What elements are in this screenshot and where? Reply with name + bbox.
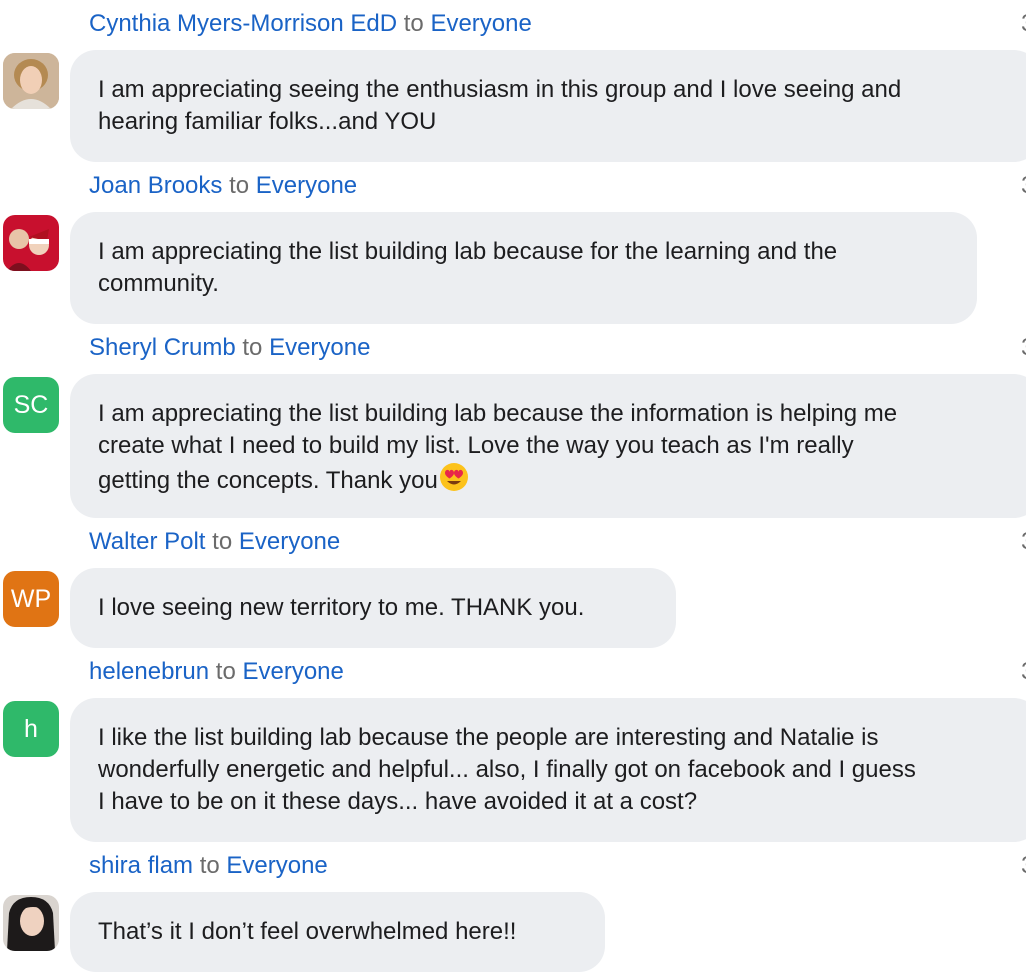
message-header: shira flam to Everyone xyxy=(89,849,328,883)
recipient-name[interactable]: Everyone xyxy=(256,172,357,199)
message-bubble: I am appreciating seeing the enthusiasm … xyxy=(70,50,1026,162)
avatar xyxy=(3,895,59,951)
message-line: I love seeing new territory to me. THANK… xyxy=(98,594,585,621)
message-line: I like the list building lab because the… xyxy=(98,724,879,751)
chat-panel: Cynthia Myers-Morrison EdD to Everyone 3… xyxy=(0,0,1026,972)
message-bubble: That’s it I don’t feel overwhelmed here!… xyxy=(70,892,605,972)
to-label: to xyxy=(199,852,220,879)
recipient-name[interactable]: Everyone xyxy=(239,528,340,555)
message-line: That’s it I don’t feel overwhelmed here!… xyxy=(98,918,517,945)
avatar-initials: WP xyxy=(10,585,52,613)
avatar-photo xyxy=(3,215,59,271)
to-label: to xyxy=(215,658,236,685)
message-line: wonderfully energetic and helpful... als… xyxy=(98,756,916,783)
to-label: to xyxy=(212,528,233,555)
message-header: helenebrun to Everyone xyxy=(89,655,344,689)
avatar: SC xyxy=(3,377,59,433)
to-label: to xyxy=(403,10,424,37)
avatar-initials: SC xyxy=(13,391,49,419)
avatar xyxy=(3,215,59,271)
recipient-name[interactable]: Everyone xyxy=(430,10,531,37)
message-header: Joan Brooks to Everyone xyxy=(89,169,357,203)
message-time: 3 xyxy=(1021,525,1026,559)
recipient-name[interactable]: Everyone xyxy=(242,658,343,685)
message-line: hearing familiar folks...and YOU xyxy=(98,108,437,135)
message-line: I am appreciating the list building lab … xyxy=(98,400,898,427)
avatar: WP xyxy=(3,571,59,627)
avatar: h xyxy=(3,701,59,757)
message-time: 3 xyxy=(1021,331,1026,365)
message-time: 3 xyxy=(1021,849,1026,883)
message-time: 3 xyxy=(1021,655,1026,689)
message-line: create what I need to build my list. Lov… xyxy=(98,432,854,459)
message-header: Cynthia Myers-Morrison EdD to Everyone xyxy=(89,7,532,41)
message-line: I am appreciating the list building lab … xyxy=(98,238,838,265)
recipient-name[interactable]: Everyone xyxy=(226,852,327,879)
message-line-with-emoji: getting the concepts. Thank you xyxy=(98,462,1020,501)
avatar-photo xyxy=(3,53,59,109)
message-line: getting the concepts. Thank you xyxy=(98,467,438,494)
avatar-photo xyxy=(3,895,59,951)
to-label: to xyxy=(242,334,263,361)
message-bubble: I am appreciating the list building lab … xyxy=(70,212,977,324)
to-label: to xyxy=(229,172,250,199)
message-bubble: I like the list building lab because the… xyxy=(70,698,1026,842)
recipient-name[interactable]: Everyone xyxy=(269,334,370,361)
sender-name[interactable]: Joan Brooks xyxy=(89,172,222,199)
message-bubble: I love seeing new territory to me. THANK… xyxy=(70,568,676,648)
message-time: 3 xyxy=(1021,7,1026,41)
sender-name[interactable]: helenebrun xyxy=(89,658,209,685)
sender-name[interactable]: Cynthia Myers-Morrison EdD xyxy=(89,10,397,37)
message-header: Walter Polt to Everyone xyxy=(89,525,340,559)
message-header: Sheryl Crumb to Everyone xyxy=(89,331,370,365)
avatar-initials: h xyxy=(24,715,38,743)
sender-name[interactable]: Walter Polt xyxy=(89,528,205,555)
message-time: 3 xyxy=(1021,169,1026,203)
heart-eyes-emoji-icon xyxy=(439,462,469,501)
message-line: I am appreciating seeing the enthusiasm … xyxy=(98,76,902,103)
avatar xyxy=(3,53,59,109)
sender-name[interactable]: Sheryl Crumb xyxy=(89,334,236,361)
sender-name[interactable]: shira flam xyxy=(89,852,193,879)
message-bubble: I am appreciating the list building lab … xyxy=(70,374,1026,518)
message-line: community. xyxy=(98,270,219,297)
message-line: I have to be on it these days... have av… xyxy=(98,788,698,815)
